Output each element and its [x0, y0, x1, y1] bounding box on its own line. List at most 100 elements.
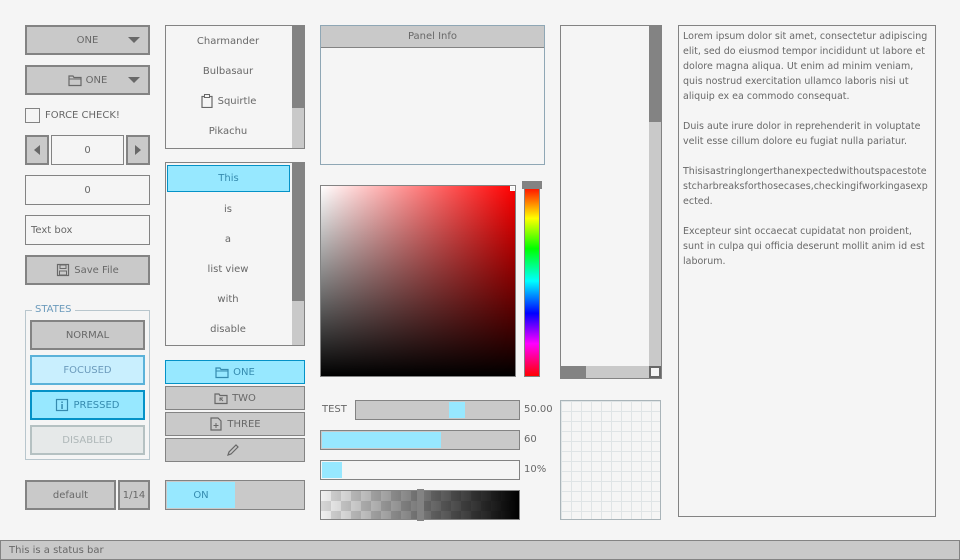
arrow-left-icon	[34, 145, 40, 155]
list-item[interactable]: Charmander	[166, 27, 290, 55]
color-picker-cursor[interactable]	[510, 186, 515, 191]
list-item[interactable]: a	[166, 225, 290, 253]
toggle-three[interactable]: THREE	[165, 412, 305, 436]
state-pressed-label: PRESSED	[73, 399, 120, 411]
folder-icon	[214, 391, 228, 405]
slider-bar[interactable]	[320, 430, 520, 450]
color-picker-square[interactable]	[320, 185, 516, 377]
dropdown-with-icon[interactable]: ONE	[25, 65, 150, 95]
text-box[interactable]: Text box	[25, 215, 150, 245]
toggle-on-switch[interactable]: ON	[165, 480, 305, 510]
toggle-one-label: ONE	[233, 366, 255, 378]
save-icon	[56, 263, 70, 277]
dropdown-one-label: ONE	[76, 34, 99, 46]
vertical-scrollbar-thumb[interactable]	[649, 26, 661, 122]
slider-test-value: 50.00	[524, 404, 553, 415]
text-paragraph: Excepteur sint occaecat cupidatat non pr…	[683, 226, 925, 267]
list-item-label: This	[218, 173, 239, 184]
folder-icon	[215, 365, 229, 379]
value-box[interactable]: 0	[25, 175, 150, 205]
page-counter-text: 1/14	[122, 489, 146, 501]
scroll-corner	[649, 366, 661, 378]
toggle-three-label: THREE	[227, 418, 261, 430]
arrow-right-icon	[135, 145, 141, 155]
save-file-button[interactable]: Save File	[25, 255, 150, 285]
scroll-panel[interactable]	[560, 25, 662, 379]
file-add-icon	[209, 417, 223, 431]
text-box-value: Text box	[31, 224, 73, 236]
status-bar-text: This is a status bar	[9, 544, 104, 556]
list-item[interactable]: disable	[166, 315, 290, 343]
checkbox-box[interactable]	[25, 107, 40, 123]
text-paragraph: Duis aute irure dolor in reprehenderit i…	[683, 121, 921, 147]
horizontal-scrollbar-thumb[interactable]	[561, 366, 586, 378]
list-item[interactable]: Pikachu	[166, 117, 290, 145]
states-title: STATES	[32, 304, 75, 315]
list-item[interactable]: is	[166, 195, 290, 223]
state-focused-button[interactable]: FOCUSED	[30, 355, 145, 385]
spinner-decrement-button[interactable]	[25, 135, 49, 165]
hue-bar[interactable]	[524, 185, 540, 377]
scrollbar-thumb[interactable]	[292, 26, 304, 108]
toggle-one[interactable]: ONE	[165, 360, 305, 384]
scrollbar-thumb[interactable]	[292, 163, 304, 301]
toggle-two-label: TWO	[232, 392, 256, 404]
list-item[interactable]: list view	[166, 255, 290, 283]
spinner-value[interactable]: 0	[51, 135, 124, 165]
state-focused-label: FOCUSED	[63, 364, 112, 376]
panel-title: Panel Info	[407, 31, 458, 42]
text-paragraph: Thisisastringlongerthanexpectedwithoutsp…	[683, 166, 928, 207]
page-counter[interactable]: 1/14	[118, 480, 150, 510]
slider-bar-fill	[322, 432, 441, 448]
state-pressed-button[interactable]: PRESSED	[30, 390, 145, 420]
save-button-label: Save File	[74, 264, 119, 276]
state-disabled-button: DISABLED	[30, 425, 145, 455]
panel-header: Panel Info	[321, 26, 544, 48]
dropdown-icon-label: ONE	[85, 74, 108, 86]
list-item[interactable]: Squirtle	[166, 87, 290, 115]
toggle-two[interactable]: TWO	[165, 386, 305, 410]
grid-control[interactable]	[560, 400, 661, 520]
list-item-label: Pikachu	[208, 125, 248, 137]
spinner-increment-button[interactable]	[126, 135, 150, 165]
list-item-label: Charmander	[196, 35, 260, 47]
list-item-label: disable	[210, 323, 246, 335]
slider-test[interactable]	[355, 400, 520, 420]
state-normal-button[interactable]: NORMAL	[30, 320, 145, 350]
slider-test-label: TEST	[322, 404, 347, 415]
text-area[interactable]: Lorem ipsum dolor sit amet, consectetur …	[678, 25, 936, 517]
list-top[interactable]: Charmander Bulbasaur Squirtle Pikachu	[165, 25, 305, 149]
alpha-bar-selector[interactable]	[417, 489, 424, 521]
toggle-on-knob[interactable]: ON	[167, 482, 235, 508]
list-item-label: a	[224, 233, 232, 245]
panel-info: Panel Info	[320, 25, 545, 165]
folder-icon	[68, 73, 82, 87]
spinner-value-text: 0	[84, 144, 91, 156]
slider-bar-value: 60	[524, 434, 537, 445]
list-item[interactable]: Bulbasaur	[166, 57, 290, 85]
alpha-bar[interactable]	[320, 489, 520, 521]
clipboard-icon	[200, 94, 214, 109]
text-paragraph: Lorem ipsum dolor sit amet, consectetur …	[683, 31, 928, 102]
list-item-label: with	[217, 293, 239, 305]
slider-test-thumb[interactable]	[449, 402, 465, 418]
list-item-label: Bulbasaur	[202, 65, 254, 77]
status-bar: This is a status bar	[0, 540, 960, 560]
force-check-checkbox[interactable]: FORCE CHECK!	[25, 107, 120, 123]
chevron-down-icon	[128, 77, 140, 83]
default-button[interactable]: default	[25, 480, 116, 510]
hue-bar-selector[interactable]	[522, 181, 542, 189]
progress-bar-fill	[322, 462, 342, 478]
chevron-down-icon	[128, 37, 140, 43]
value-box-text: 0	[84, 184, 91, 196]
pencil-icon	[226, 443, 240, 457]
info-icon	[55, 398, 69, 412]
list-view[interactable]: This is a list view with disable	[165, 162, 305, 346]
list-item-selected[interactable]: This	[167, 165, 290, 192]
toggle-pencil[interactable]	[165, 438, 305, 462]
progress-bar	[320, 460, 520, 480]
dropdown-one[interactable]: ONE	[25, 25, 150, 55]
list-item[interactable]: with	[166, 285, 290, 313]
toggle-on-label: ON	[193, 489, 209, 501]
default-button-label: default	[52, 489, 89, 501]
